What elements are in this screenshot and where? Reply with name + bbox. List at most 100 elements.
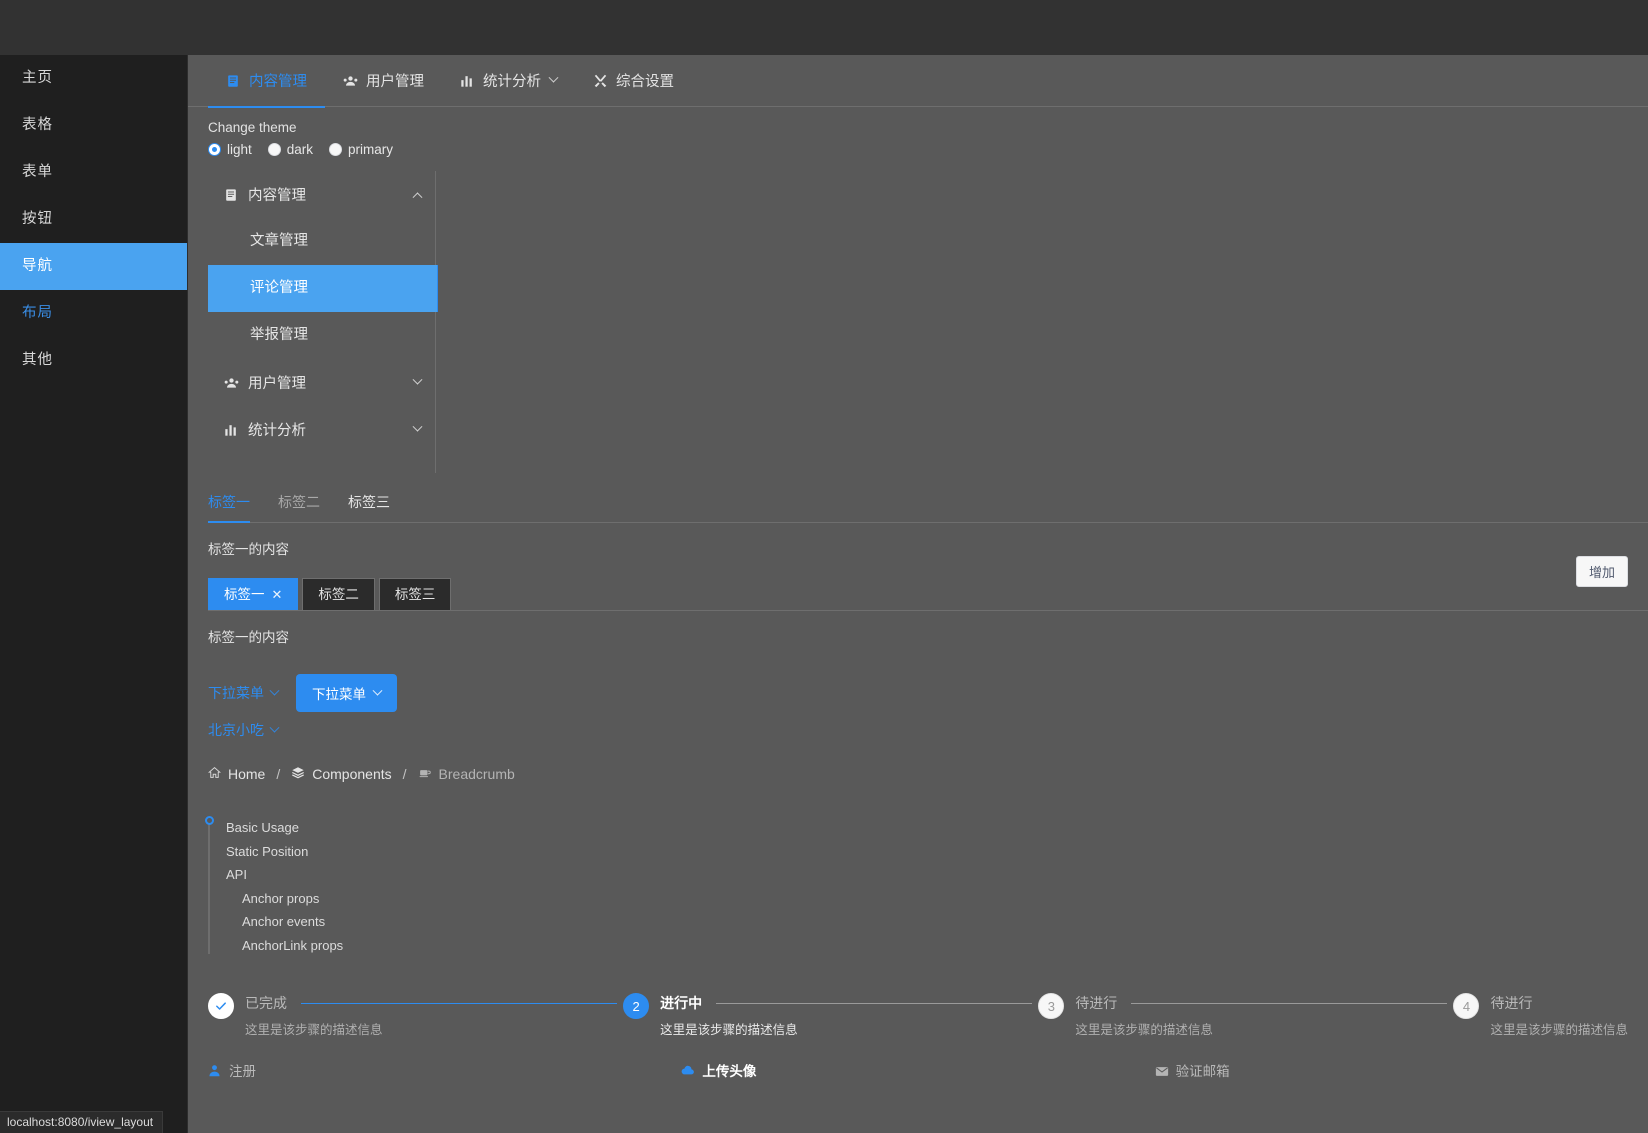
step-body: 已完成 这里是该步骤的描述信息 (234, 993, 623, 1038)
anchor-link-anchor-props[interactable]: Anchor props (226, 887, 1648, 911)
vmenu-item-article-management[interactable]: 文章管理 (208, 218, 435, 265)
step-title: 待进行 (1075, 995, 1118, 1011)
breadcrumb-item-home[interactable]: Home (207, 766, 265, 782)
tab-label-two[interactable]: 标签二 (278, 492, 320, 522)
step-item-finished[interactable]: 已完成 这里是该步骤的描述信息 (208, 993, 623, 1038)
step-icon-item-upload-avatar[interactable]: 上传头像 (681, 1060, 1154, 1080)
chevron-down-icon (548, 72, 559, 83)
dropdown-link-label: 下拉菜单 (208, 685, 264, 701)
dropdown-link-label: 北京小吃 (208, 722, 264, 738)
anchor-link-static-position[interactable]: Static Position (226, 840, 1648, 864)
sidebar-item-button[interactable]: 按钮 (0, 196, 187, 243)
card-tab-two[interactable]: 标签二 (302, 578, 375, 610)
vmenu-item-report-management[interactable]: 举报管理 (208, 312, 435, 359)
card-tab-label: 标签三 (394, 586, 436, 602)
topmenu-item-statistics[interactable]: 统计分析 (442, 55, 575, 107)
document-icon (226, 74, 240, 88)
sidebar-item-other[interactable]: 其他 (0, 337, 187, 384)
anchor-link-label: Static Position (226, 843, 309, 859)
theme-radio-primary[interactable]: primary (329, 142, 393, 157)
step-body: 待进行 这里是该步骤的描述信息 (1064, 993, 1453, 1038)
close-icon[interactable]: ✕ (272, 579, 283, 611)
browser-chrome-top-strip (0, 0, 1648, 55)
card-tabs: 增加 标签一 ✕ 标签二 标签三 标签一的内容 (208, 556, 1648, 646)
anchor-link-api[interactable]: API (226, 863, 1648, 887)
anchor-link-basic-usage[interactable]: Basic Usage (226, 816, 1648, 840)
theme-radio-light[interactable]: light (208, 142, 252, 157)
step-title-row: 进行中 (660, 993, 1038, 1013)
vmenu-item-comment-management[interactable]: 评论管理 (208, 265, 437, 312)
vmenu-group-label: 用户管理 (248, 376, 306, 392)
bar-chart-icon (224, 423, 238, 437)
vmenu-group-content-management[interactable]: 内容管理 (208, 171, 435, 218)
step-body: 进行中 这里是该步骤的描述信息 (649, 993, 1038, 1038)
vmenu-group-user-management[interactable]: 用户管理 (208, 359, 435, 406)
anchor-link-label: Basic Usage (226, 820, 299, 835)
card-tab-three[interactable]: 标签三 (378, 578, 452, 610)
anchor-link-label: Anchor events (242, 914, 326, 929)
topmenu-item-content-management[interactable]: 内容管理 (208, 55, 325, 108)
breadcrumb-item-label: Components (312, 766, 392, 782)
step-item-pending-3[interactable]: 3 待进行 这里是该步骤的描述信息 (1038, 993, 1453, 1038)
card-tabs-content: 标签一的内容 (208, 630, 289, 645)
vmenu-group-statistics[interactable]: 统计分析 (208, 406, 435, 453)
theme-radio-label: light (227, 142, 252, 157)
sidebar-item-form[interactable]: 表单 (0, 149, 187, 196)
step-icon-item-verify-email[interactable]: 验证邮箱 (1155, 1060, 1628, 1080)
dropdown-button-menu[interactable]: 下拉菜单 (296, 674, 397, 712)
sidebar-item-label: 布局 (22, 305, 53, 321)
main-content: 内容管理 用户管理 统计分析 综合设置 Change theme light d… (188, 55, 1648, 1133)
step-item-in-progress[interactable]: 2 进行中 这里是该步骤的描述信息 (623, 993, 1038, 1038)
step-item-pending-4[interactable]: 4 待进行 这里是该步骤的描述信息 (1453, 993, 1628, 1038)
dropdown-button-label: 下拉菜单 (312, 687, 366, 702)
topmenu-item-label: 统计分析 (483, 74, 541, 90)
step-description: 这里是该步骤的描述信息 (1075, 1023, 1213, 1037)
chevron-down-icon (269, 722, 280, 733)
breadcrumb-separator: / (402, 766, 407, 782)
sidebar-item-navigation[interactable]: 导航 (0, 243, 187, 290)
radio-dot-icon (267, 143, 281, 156)
bar-chart-icon (460, 74, 474, 88)
sidebar-item-label: 其他 (22, 352, 53, 368)
sidebar-item-home[interactable]: 主页 (0, 55, 187, 102)
step-icon-item-register[interactable]: 注册 (208, 1060, 681, 1080)
topmenu-item-general-settings[interactable]: 综合设置 (575, 55, 692, 107)
card-tab-one[interactable]: 标签一 ✕ (208, 578, 299, 611)
chevron-down-icon (412, 421, 423, 432)
radio-dot-icon (329, 143, 343, 156)
dropdown-link-beijing-snacks[interactable]: 北京小吃 (208, 720, 280, 740)
cloud-upload-icon (681, 1064, 695, 1077)
anchor-link-label: API (226, 867, 247, 882)
sidebar-item-label: 主页 (22, 70, 53, 86)
breadcrumb-separator: / (276, 766, 281, 782)
add-tab-button[interactable]: 增加 (1575, 556, 1628, 587)
step-number: 3 (1038, 993, 1065, 1019)
anchor-link-anchor-events[interactable]: Anchor events (226, 910, 1648, 934)
anchor-link-anchorlink-props[interactable]: AnchorLink props (226, 934, 1648, 958)
step-head (208, 993, 234, 1019)
dropdown-link-menu[interactable]: 下拉菜单 (208, 683, 280, 703)
tab-label-one[interactable]: 标签一 (208, 492, 250, 523)
mail-icon (1155, 1064, 1168, 1077)
sidebar-item-label: 导航 (22, 258, 53, 274)
sidebar-item-table[interactable]: 表格 (0, 102, 187, 149)
theme-radio-group: light dark primary (208, 142, 1648, 157)
app-sidebar: 主页 表格 表单 按钮 导航 布局 其他 (0, 55, 188, 1133)
step-title: 待进行 (1490, 995, 1533, 1011)
card-tab-label: 标签二 (318, 586, 359, 602)
tab-label-three[interactable]: 标签三 (348, 492, 390, 522)
sidebar-item-layout[interactable]: 布局 (0, 290, 187, 337)
theme-switcher: Change theme light dark primary (188, 107, 1648, 157)
breadcrumb-item-current: Breadcrumb (418, 766, 515, 782)
breadcrumb-item-components[interactable]: Components (291, 766, 392, 782)
topmenu-item-user-management[interactable]: 用户管理 (325, 55, 442, 107)
breadcrumb: Home / Components / Breadcrumb (207, 766, 1648, 782)
chevron-down-icon (372, 685, 383, 696)
theme-radio-dark[interactable]: dark (267, 142, 313, 157)
anchor-rail (208, 819, 210, 954)
step-body: 待进行 这里是该步骤的描述信息 (1479, 993, 1628, 1038)
steps-with-icons: 注册 上传头像 验证邮箱 (208, 1060, 1648, 1080)
theme-radio-label: primary (348, 142, 394, 157)
users-icon (224, 376, 239, 390)
person-icon (208, 1064, 221, 1077)
